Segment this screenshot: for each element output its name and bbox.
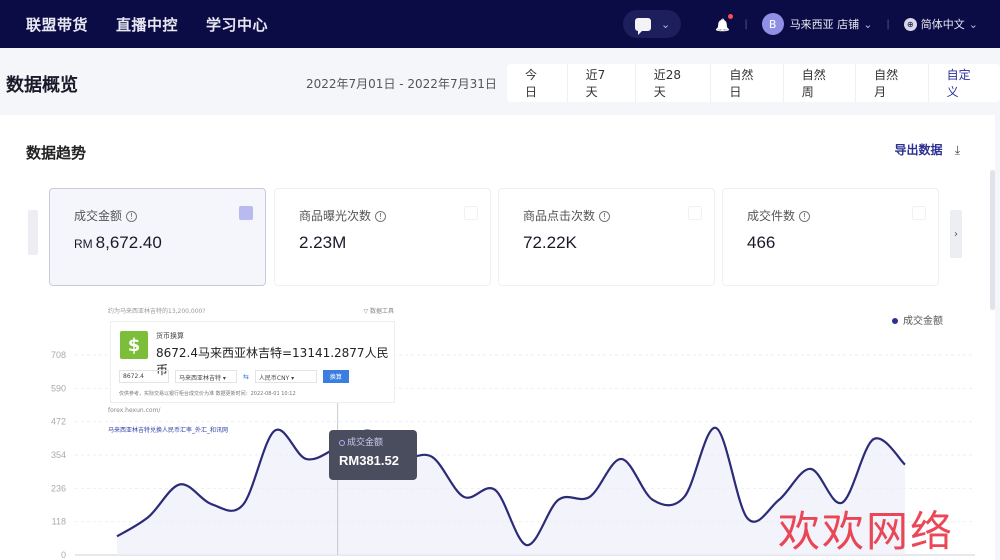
- watermark: 欢欢网络: [778, 507, 955, 556]
- y-tick-label: 590: [51, 383, 66, 393]
- snippet-link[interactable]: 马来西亚林吉特兑换人民币汇率_外汇_和讯网: [108, 425, 228, 434]
- currency-converter-snippet: 约为马来西亚林吉特的13,200,000? ▽ 数据工具 $ 货币换算 8672…: [104, 306, 395, 436]
- dollar-icon: $: [120, 331, 148, 359]
- swap-icon[interactable]: ⇆: [243, 373, 249, 381]
- tooltip-label-wrap: 成交金额: [339, 435, 383, 448]
- y-tick-label: 472: [51, 417, 66, 427]
- y-tick-label: 354: [51, 450, 66, 460]
- converter-controls: 8672.4 马来西亚林吉特 ▾ ⇆ 人民币CNY ▾ 换算: [119, 370, 349, 383]
- tooltip-dot: [339, 439, 345, 446]
- chart-tooltip: 成交金额 RM381.52: [329, 430, 417, 480]
- amount-input[interactable]: 8672.4: [119, 370, 169, 383]
- tooltip-series: 成交金额: [347, 438, 384, 448]
- to-currency-select[interactable]: 人民币CNY ▾: [254, 370, 317, 383]
- snippet-tools[interactable]: ▽ 数据工具: [363, 306, 394, 315]
- snippet-query: 约为马来西亚林吉特的13,200,000?: [108, 308, 206, 315]
- y-tick-label: 0: [61, 550, 66, 560]
- y-tick-label: 708: [51, 350, 66, 360]
- y-tick-label: 236: [51, 483, 66, 493]
- from-currency-select[interactable]: 马来西亚林吉特 ▾: [175, 370, 237, 383]
- trend-line-chart[interactable]: 0 118 236 354 472 590 708: [0, 0, 1000, 560]
- convert-button[interactable]: 换算: [322, 370, 349, 383]
- y-axis-ticks: 0 118 236 354 472 590 708: [51, 350, 66, 560]
- tooltip-value: RM381.52: [339, 453, 399, 468]
- converter-box: $ 货币换算 8672.4马来西亚林吉特=13141.2877人民币 8672.…: [110, 321, 395, 403]
- y-tick-label: 118: [52, 517, 66, 527]
- converter-note: 仅供参考，实际交易以银行柜台成交价为准 数据更新时间：2022-08-01 10…: [119, 391, 296, 397]
- snippet-source[interactable]: forex.hexun.com/: [108, 407, 160, 414]
- converter-title: 货币换算: [156, 332, 184, 340]
